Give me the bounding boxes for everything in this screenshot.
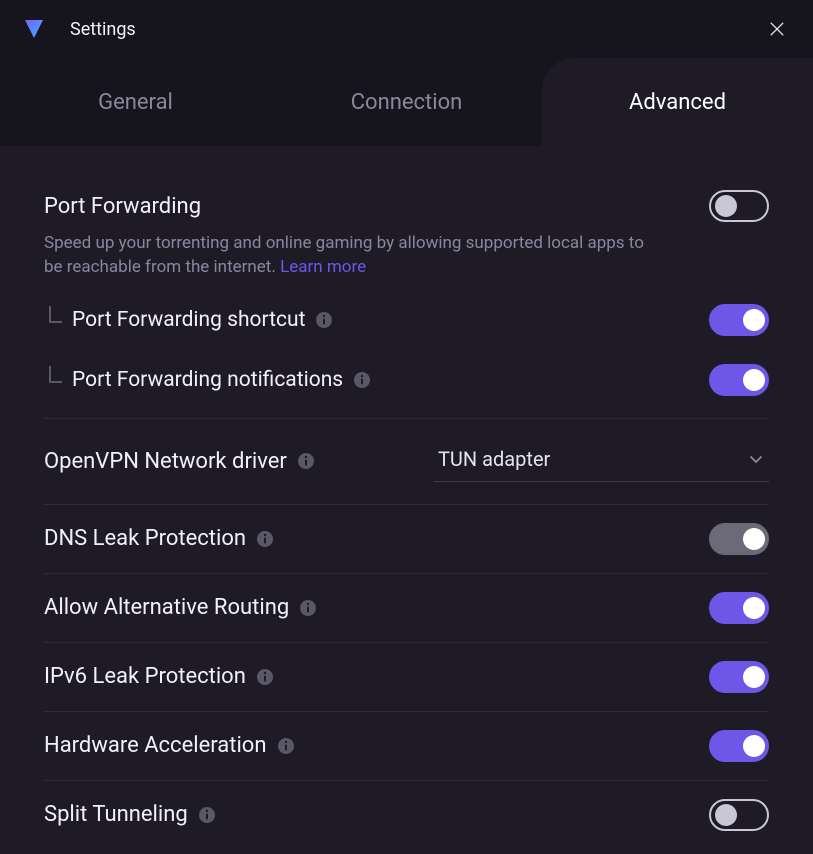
close-button[interactable]: [761, 13, 793, 45]
section-port-forwarding: Port Forwarding Speed up your torrenting…: [44, 190, 769, 410]
alt-routing-label: Allow Alternative Routing: [44, 595, 709, 620]
tab-bar: General Connection Advanced: [0, 58, 813, 146]
window-title: Settings: [70, 19, 761, 40]
toggle-knob: [743, 666, 765, 688]
port-forwarding-sub-options: Port Forwarding shortcut Port Forwarding…: [44, 290, 769, 410]
split-tunneling-label: Split Tunneling: [44, 802, 709, 827]
row-dns-leak-protection: DNS Leak Protection: [44, 504, 769, 573]
row-split-tunneling: Split Tunneling: [44, 780, 769, 849]
openvpn-driver-dropdown[interactable]: TUN adapter: [434, 441, 769, 482]
pf-notifications-label: Port Forwarding notifications: [72, 368, 709, 392]
toggle-knob: [743, 597, 765, 619]
toggle-port-forwarding[interactable]: [709, 190, 769, 222]
openvpn-driver-label: OpenVPN Network driver: [44, 449, 434, 474]
toggle-ipv6-leak[interactable]: [709, 661, 769, 693]
close-icon: [767, 19, 787, 39]
row-pf-shortcut: Port Forwarding shortcut: [44, 290, 769, 350]
row-port-forwarding: Port Forwarding: [44, 190, 769, 238]
info-icon[interactable]: [297, 452, 315, 470]
title-bar: Settings: [0, 0, 813, 58]
info-icon[interactable]: [353, 371, 371, 389]
ipv6-leak-label: IPv6 Leak Protection: [44, 664, 709, 689]
info-icon[interactable]: [277, 737, 295, 755]
info-icon[interactable]: [299, 599, 317, 617]
row-openvpn-driver: OpenVPN Network driver TUN adapter: [44, 418, 769, 504]
toggle-pf-notifications[interactable]: [709, 364, 769, 396]
row-pf-notifications: Port Forwarding notifications: [44, 350, 769, 410]
toggle-knob: [715, 195, 737, 217]
info-icon[interactable]: [315, 311, 333, 329]
tree-elbow-icon: [44, 306, 66, 334]
hardware-accel-label: Hardware Acceleration: [44, 733, 709, 758]
row-hardware-accel: Hardware Acceleration: [44, 711, 769, 780]
learn-more-link[interactable]: Learn more: [280, 257, 366, 277]
toggle-knob: [743, 735, 765, 757]
info-icon[interactable]: [198, 806, 216, 824]
info-icon[interactable]: [256, 530, 274, 548]
toggle-knob: [743, 528, 765, 550]
row-ipv6-leak: IPv6 Leak Protection: [44, 642, 769, 711]
toggle-alt-routing[interactable]: [709, 592, 769, 624]
toggle-knob: [715, 804, 737, 826]
info-icon[interactable]: [256, 668, 274, 686]
app-logo: [22, 17, 46, 41]
toggle-knob: [743, 309, 765, 331]
tree-elbow-icon: [44, 366, 66, 394]
toggle-pf-shortcut[interactable]: [709, 304, 769, 336]
toggle-dns-leak[interactable]: [709, 523, 769, 555]
chevron-down-icon: [747, 450, 765, 468]
port-forwarding-label: Port Forwarding: [44, 194, 709, 219]
tab-advanced[interactable]: Advanced: [542, 58, 813, 146]
toggle-knob: [743, 369, 765, 391]
settings-panel: Port Forwarding Speed up your torrenting…: [0, 146, 813, 854]
pf-shortcut-label: Port Forwarding shortcut: [72, 308, 709, 332]
tab-connection[interactable]: Connection: [271, 58, 542, 146]
openvpn-driver-value: TUN adapter: [438, 447, 747, 471]
tab-general[interactable]: General: [0, 58, 271, 146]
toggle-hardware-accel[interactable]: [709, 730, 769, 762]
row-alt-routing: Allow Alternative Routing: [44, 573, 769, 642]
dns-leak-label: DNS Leak Protection: [44, 526, 709, 551]
port-forwarding-description: Speed up your torrenting and online gami…: [44, 232, 644, 280]
toggle-split-tunneling[interactable]: [709, 799, 769, 831]
